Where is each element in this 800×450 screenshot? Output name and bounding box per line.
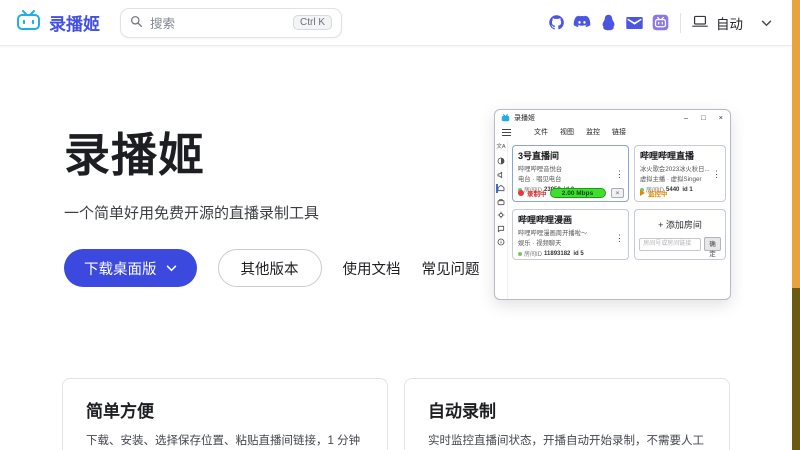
- laptop-icon: [692, 15, 708, 31]
- page-title: 录播姬: [64, 132, 484, 178]
- confirm-button[interactable]: 确定: [704, 237, 721, 251]
- toolbox-icon[interactable]: [496, 197, 507, 206]
- monitoring-flag-icon: [640, 190, 645, 196]
- settings-gear-icon[interactable]: [496, 211, 507, 220]
- theme-selector[interactable]: 自动: [692, 13, 776, 33]
- monitoring-status: 监控中: [648, 188, 668, 198]
- brand-name: 录播姬: [49, 10, 100, 35]
- room-menu-dots-icon[interactable]: [712, 170, 721, 179]
- search-placeholder: 搜索: [150, 13, 175, 32]
- chevron-down-icon: [761, 15, 772, 30]
- add-room-title: + 添加房间: [658, 218, 702, 231]
- features-section: 简单方便 下载、安装、选择保存位置、粘贴直播间链接，1 分钟即可开始使用。 自动…: [62, 378, 730, 450]
- menu-monitor[interactable]: 监控: [580, 127, 606, 137]
- feedback-icon[interactable]: [496, 224, 507, 233]
- room-status-row: 监控中: [640, 188, 721, 198]
- room-card[interactable]: 哔哩哔哩直播 冰火歌会2023冰火秋日... 虚拟主播 · 虚拟Singer 房…: [634, 145, 726, 202]
- room-title: 哔哩哔哩直播: [640, 149, 720, 162]
- feature-title: 自动录制: [428, 397, 706, 422]
- nav-icon-group: [547, 14, 669, 32]
- room-link-input[interactable]: [639, 238, 701, 251]
- room-card[interactable]: 哔哩哔哩漫画 哔哩哔哩漫画周开播啦～ 娱乐 · 视频聊天 房间ID 118931…: [512, 209, 629, 260]
- hero-actions: 下载桌面版 其他版本 使用文档 常见问题: [64, 249, 484, 287]
- room-streamer: 哔哩哔哩漫画周开播啦～: [518, 228, 623, 237]
- room-area: 电台 · 唱见电台: [518, 174, 623, 183]
- brand-tv-logo-icon: [16, 10, 41, 36]
- status-dot-icon: [518, 252, 522, 256]
- chevron-down-icon: [166, 265, 177, 272]
- window-titlebar: 录播姬 – □ ×: [495, 110, 730, 124]
- discord-icon[interactable]: [573, 14, 591, 32]
- window-title: 录播姬: [514, 113, 535, 123]
- room-streamer: 哔哩哔哩音悦台: [518, 164, 623, 173]
- menu-file[interactable]: 文件: [528, 127, 554, 137]
- add-room-form: 确定: [639, 237, 721, 251]
- search-input[interactable]: 搜索 Ctrl K: [120, 8, 342, 38]
- room-area: 娱乐 · 视频聊天: [518, 238, 623, 247]
- room-area: 虚拟主播 · 虚拟Singer: [640, 174, 720, 183]
- theme-toggle-icon[interactable]: [496, 157, 507, 166]
- window-sidebar: 文A: [495, 140, 508, 300]
- window-tv-icon: [501, 109, 510, 127]
- page-subtitle: 一个简单好用免费开源的直播录制工具: [64, 202, 484, 223]
- page-scrollbar[interactable]: [792, 0, 800, 450]
- window-menubar: 文件 视图 监控 链接: [495, 124, 730, 140]
- window-controls: – □ ×: [684, 114, 723, 122]
- app-screenshot-window: 录播姬 – □ × 文件 视图 监控 链接 文A: [494, 109, 731, 300]
- maximize-button[interactable]: □: [701, 114, 706, 122]
- room-short-id: id 5: [573, 251, 583, 257]
- hero-section: 录播姬 一个简单好用免费开源的直播录制工具 下载桌面版 其他版本 使用文档 常见…: [64, 132, 484, 287]
- qq-icon[interactable]: [599, 14, 617, 32]
- github-icon[interactable]: [547, 14, 565, 32]
- page: 录播姬 搜索 Ctrl K: [0, 0, 800, 450]
- room-card[interactable]: 3号直播间 哔哩哔哩音悦台 电台 · 唱见电台 房间ID 23058 id 3 …: [512, 145, 629, 202]
- minimize-button[interactable]: –: [684, 114, 688, 122]
- room-grid: 3号直播间 哔哩哔哩音悦台 电台 · 唱见电台 房间ID 23058 id 3 …: [508, 140, 730, 300]
- recording-status: 录制中: [527, 188, 547, 198]
- add-room-card: + 添加房间 确定: [634, 209, 726, 260]
- download-desktop-button[interactable]: 下载桌面版: [64, 249, 197, 287]
- room-title: 哔哩哔哩漫画: [518, 213, 623, 226]
- other-versions-button[interactable]: 其他版本: [218, 249, 322, 287]
- docs-link[interactable]: 使用文档: [343, 258, 401, 279]
- home-icon[interactable]: [496, 184, 507, 193]
- feature-text: 实时监控直播间状态，开播自动开始录制，不需要人工等待开播后手动操作。: [428, 432, 706, 450]
- speed-badge: 2.00 Mbps: [550, 188, 606, 198]
- download-desktop-label: 下载桌面版: [84, 258, 157, 279]
- scrollbar-thumb[interactable]: [792, 0, 800, 288]
- room-streamer: 冰火歌会2023冰火秋日...: [640, 164, 720, 173]
- search-shortcut-badge: Ctrl K: [293, 15, 332, 30]
- room-menu-dots-icon[interactable]: [615, 170, 624, 179]
- search-icon: [130, 15, 143, 31]
- room-status-row: 录制中 2.00 Mbps: [518, 188, 624, 198]
- feature-card-simple: 简单方便 下载、安装、选择保存位置、粘贴直播间链接，1 分钟即可开始使用。: [62, 378, 388, 450]
- mail-icon[interactable]: [625, 14, 643, 32]
- room-id-label: 房间ID: [524, 249, 542, 258]
- recording-dot-icon: [518, 190, 524, 196]
- menu-view[interactable]: 视图: [554, 127, 580, 137]
- room-id-value: 11893182: [544, 251, 570, 257]
- navbar: 录播姬 搜索 Ctrl K: [0, 0, 792, 46]
- window-body: 文A 3号直播间 哔哩哔哩音悦台 电台 · 唱见电台 房间ID 23: [495, 140, 730, 300]
- menu-link[interactable]: 链接: [606, 127, 632, 137]
- navbar-divider: [680, 13, 681, 33]
- hamburger-menu-icon[interactable]: [502, 129, 511, 136]
- announcement-icon[interactable]: [496, 170, 507, 179]
- room-title: 3号直播间: [518, 149, 623, 162]
- theme-label: 自动: [716, 13, 743, 33]
- brand[interactable]: 录播姬: [16, 10, 100, 36]
- feature-title: 简单方便: [86, 397, 364, 422]
- room-id-row: 房间ID 11893182 id 5: [518, 249, 623, 258]
- faq-link[interactable]: 常见问题: [422, 258, 480, 279]
- feature-text: 下载、安装、选择保存位置、粘贴直播间链接，1 分钟即可开始使用。: [86, 432, 364, 450]
- translate-icon[interactable]: 文A: [496, 143, 507, 152]
- about-info-icon[interactable]: [496, 238, 507, 247]
- room-menu-dots-icon[interactable]: [615, 234, 624, 243]
- bilibili-icon[interactable]: [651, 14, 669, 32]
- close-button[interactable]: ×: [719, 114, 723, 122]
- danmaku-toggle-button[interactable]: [611, 188, 624, 198]
- feature-card-auto-record: 自动录制 实时监控直播间状态，开播自动开始录制，不需要人工等待开播后手动操作。: [404, 378, 730, 450]
